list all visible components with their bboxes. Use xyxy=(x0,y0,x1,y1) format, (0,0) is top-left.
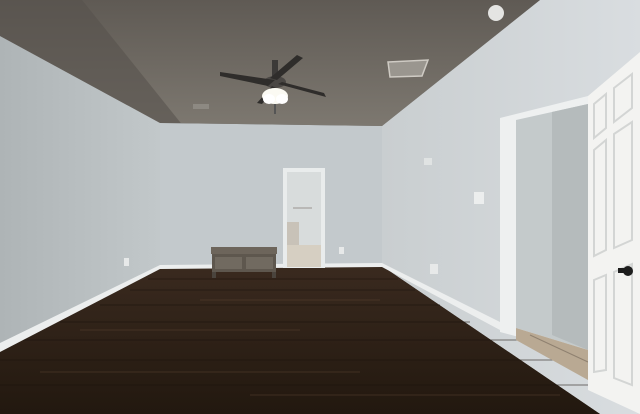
smoke-detector-icon xyxy=(488,5,504,21)
room-photo xyxy=(0,0,640,414)
back-wall xyxy=(160,123,382,268)
small-vent xyxy=(193,104,209,109)
back-doorway-floor xyxy=(287,245,321,267)
outlet-left xyxy=(124,258,129,266)
ceiling-vent xyxy=(387,59,430,78)
outlet-back xyxy=(339,247,344,254)
hallway-wall xyxy=(552,104,588,350)
outlet-right xyxy=(430,264,438,274)
thermostat xyxy=(424,158,432,165)
light-switch xyxy=(474,192,484,204)
room-illustration xyxy=(0,0,640,414)
